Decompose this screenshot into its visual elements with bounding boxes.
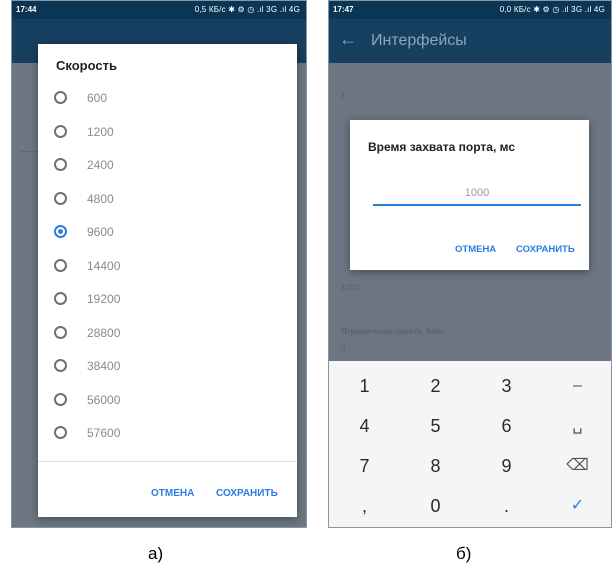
speed-option[interactable]: 14400 xyxy=(38,251,297,283)
speed-option[interactable]: 4800 xyxy=(38,184,297,216)
speed-option[interactable]: 28800 xyxy=(38,318,297,350)
speed-option-label: 2400 xyxy=(87,158,114,172)
radio-unselected-icon[interactable] xyxy=(54,258,67,272)
dot-key[interactable]: . xyxy=(471,485,542,527)
speed-option[interactable]: 56000 xyxy=(38,385,297,417)
digit-key-2[interactable]: 2 xyxy=(400,365,471,407)
radio-unselected-icon[interactable] xyxy=(54,359,67,372)
app-bar: ← Интерфейсы xyxy=(329,19,611,63)
digit-key-7[interactable]: 7 xyxy=(329,445,400,487)
speed-option[interactable]: 9600 xyxy=(38,217,297,249)
caption-a: а) xyxy=(148,544,164,563)
speed-option-label: 9600 xyxy=(87,225,114,239)
cancel-button[interactable]: ОТМЕНА xyxy=(455,244,496,255)
radio-unselected-icon[interactable] xyxy=(54,325,67,339)
digit-key-0[interactable]: 0 xyxy=(400,485,471,527)
dialog-title: Скорость xyxy=(56,58,117,73)
radio-selected-icon[interactable] xyxy=(54,225,67,238)
caption-b: б) xyxy=(456,544,472,563)
digit-key-9[interactable]: 9 xyxy=(471,445,542,487)
status-bar: 17:44 0,5 КБ/с ✱ ⚙ ◷ .ıl 3G .ıl 4G xyxy=(12,1,306,19)
digit-key-6[interactable]: 6 xyxy=(471,405,542,447)
dialog-title: Время захвата порта, мс xyxy=(368,140,516,154)
minus-key[interactable]: – xyxy=(542,365,611,407)
radio-unselected-icon[interactable] xyxy=(54,124,67,138)
screen-b: 17:47 0,0 КБ/с ✱ ⚙ ◷ .ıl 3G .ıl 4G ← Инт… xyxy=(328,0,612,528)
radio-unselected-icon[interactable] xyxy=(54,426,67,439)
radio-unselected-icon[interactable] xyxy=(54,392,67,406)
dialog-divider xyxy=(38,461,297,462)
speed-option-label: 28800 xyxy=(87,325,121,340)
status-time: 17:47 xyxy=(333,5,354,14)
digit-key-8[interactable]: 8 xyxy=(400,445,471,487)
cancel-button[interactable]: ОТМЕНА xyxy=(151,488,194,499)
background-label: Ограничение пакета, байт xyxy=(341,327,444,336)
speed-option-label: 1200 xyxy=(87,124,114,139)
save-button[interactable]: СОХРАНИТЬ xyxy=(516,244,575,255)
digit-key-4[interactable]: 4 xyxy=(329,405,400,447)
done-key[interactable]: ✓ xyxy=(542,485,611,527)
speed-option-label: 57600 xyxy=(87,426,121,440)
screen-a: 17:44 0,5 КБ/с ✱ ⚙ ◷ .ıl 3G .ıl 4G Скоро… xyxy=(11,0,307,528)
speed-option[interactable]: 1200 xyxy=(38,117,297,149)
speed-option[interactable]: 57600 xyxy=(38,418,297,450)
save-button[interactable]: СОХРАНИТЬ xyxy=(216,488,278,499)
page-title: Интерфейсы xyxy=(371,32,467,49)
background-value: 1000 xyxy=(341,283,359,292)
speed-option-label: 14400 xyxy=(87,258,121,273)
background-value: 1 xyxy=(341,91,346,100)
numeric-keypad: 1 2 3– 4 5 6 ␣ 7 8 9 ⌫, 0. ✓ xyxy=(329,361,611,527)
status-indicators: 0,0 КБ/с ✱ ⚙ ◷ .ıl 3G .ıl 4G xyxy=(499,5,605,14)
digit-key-1[interactable]: 1 xyxy=(329,365,400,407)
comma-key[interactable]: , xyxy=(329,485,400,527)
speed-option-label: 19200 xyxy=(87,292,121,306)
background-value: 0 xyxy=(341,344,346,353)
status-indicators: 0,5 КБ/с ✱ ⚙ ◷ .ıl 3G .ıl 4G xyxy=(194,5,300,14)
speed-option-label: 600 xyxy=(87,91,108,105)
speed-dialog: Скорость 600 1200 2400 4800 9600 14400 19200 28… xyxy=(38,44,297,517)
digit-key-5[interactable]: 5 xyxy=(400,405,471,447)
speed-option[interactable]: 19200 xyxy=(38,284,297,316)
backspace-key[interactable]: ⌫ xyxy=(542,445,611,487)
radio-unselected-icon[interactable] xyxy=(54,91,67,104)
radio-unselected-icon[interactable] xyxy=(54,191,67,205)
space-key[interactable]: ␣ xyxy=(542,405,611,447)
digit-key-3[interactable]: 3 xyxy=(471,365,542,407)
port-capture-time-input[interactable] xyxy=(373,182,581,206)
radio-unselected-icon[interactable] xyxy=(54,292,67,305)
radio-unselected-icon[interactable] xyxy=(54,158,67,171)
speed-option[interactable]: 2400 xyxy=(38,150,297,182)
port-capture-dialog: Время захвата порта, мс ОТМЕНА СОХРАНИТЬ xyxy=(350,120,589,270)
speed-option-label: 56000 xyxy=(87,392,121,407)
speed-option-label: 4800 xyxy=(87,191,114,206)
arrow-left-icon[interactable]: ← xyxy=(339,29,357,50)
speed-option[interactable]: 38400 xyxy=(38,351,297,383)
status-time: 17:44 xyxy=(16,5,37,14)
speed-option-label: 38400 xyxy=(87,359,121,373)
status-bar: 17:47 0,0 КБ/с ✱ ⚙ ◷ .ıl 3G .ıl 4G xyxy=(329,1,611,19)
speed-option[interactable]: 600 xyxy=(38,83,297,115)
